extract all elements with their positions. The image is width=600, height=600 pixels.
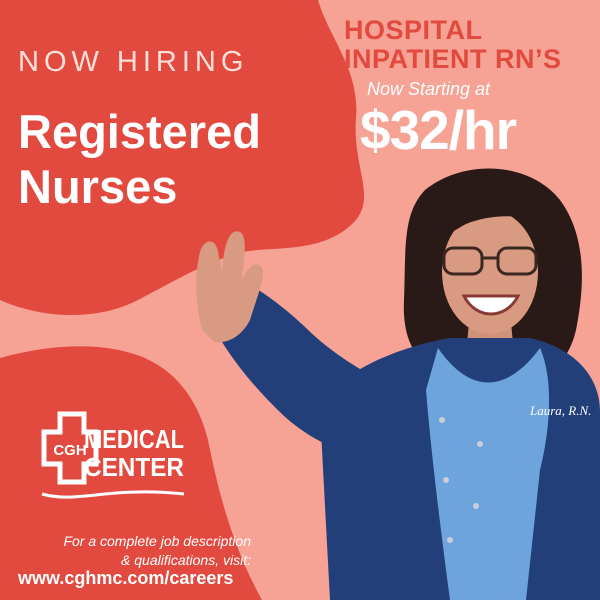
cgh-medical-center-logo: CGH MEDICAL CENTER [41, 411, 185, 499]
logo-line2: CENTER [84, 452, 184, 482]
footer-line1: For a complete job description [63, 533, 251, 549]
position-line1: HOSPITAL [344, 15, 483, 45]
logo-emblem-text: CGH [53, 442, 86, 459]
position-title: HOSPITAL INPATIENT RN’S [344, 16, 562, 74]
hiring-ad: NOW HIRING Registered Nurses HOSPITAL IN… [0, 0, 600, 600]
name-tag: Laura, R.N. [529, 403, 591, 418]
logo-line1: MEDICAL [84, 424, 184, 454]
careers-url[interactable]: www.cghmc.com/careers [18, 568, 233, 589]
footer-instructions: For a complete job description & qualifi… [36, 532, 251, 570]
now-hiring-text: NOW HIRING [18, 46, 249, 78]
position-line2: INPATIENT RN’S [344, 44, 562, 74]
logo-swoosh [41, 490, 185, 499]
starting-text: Now Starting at [367, 79, 491, 99]
